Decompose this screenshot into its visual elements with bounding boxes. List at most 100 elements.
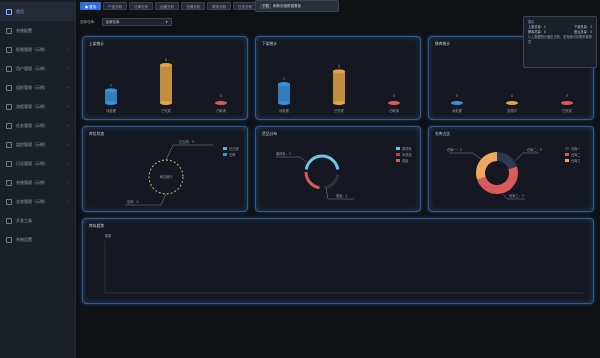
bar-mark (160, 63, 172, 105)
removal-chart: 3 待处理 5 已完成 0 已取消 (278, 64, 400, 113)
ring-segment (324, 174, 340, 190)
callout-label: 原材料：3 (276, 151, 291, 156)
sidebar-item-label: 系统设置 (16, 236, 32, 242)
menu-icon (6, 103, 12, 110)
bar-category-label: 已取消 (216, 108, 226, 113)
tab[interactable]: 产品分析 (103, 2, 128, 10)
sidebar-item[interactable]: 系统管理（示例） › (0, 173, 75, 192)
chevron-right-icon: › (67, 179, 69, 186)
bar-value-label: 0 (393, 94, 395, 98)
menu-icon (6, 179, 12, 186)
menu-icon (6, 122, 12, 129)
sidebar-item[interactable]: 流程管理（示例） › (0, 97, 75, 116)
ring-center-label: 库位统计 (160, 174, 174, 179)
bar-value-label: 3 (283, 77, 285, 81)
bar-mark (333, 69, 345, 105)
sidebar-item-label: 流程管理（示例） (16, 103, 48, 109)
legend-swatch (396, 159, 400, 162)
panel-putaway: 上架统计 2 待处理 6 已完成 0 已取消 (82, 36, 248, 120)
menu-icon (6, 65, 12, 72)
tab[interactable]: 运营分析 (155, 2, 180, 10)
donut-slice (497, 152, 517, 170)
bar-mark (105, 88, 117, 105)
sidebar-item[interactable]: 首页 (0, 2, 75, 21)
legend-label: 空闲 (229, 152, 235, 157)
popover-note: 以上数据统计截至当前，如有疑问请联系管理员 (528, 35, 592, 44)
bar-mark (561, 101, 573, 105)
bar-value-label: 0 (511, 94, 513, 98)
callout-label: 仓库三：3 (509, 193, 524, 198)
sidebar-item[interactable]: 日志管理（示例） › (0, 154, 75, 173)
menu-icon (6, 46, 12, 53)
trend-chart: 数量 (104, 233, 583, 294)
sidebar-item[interactable]: 业务管理（示例） › (0, 192, 75, 211)
sidebar-item-label: 权限管理（示例） (16, 46, 48, 52)
chevron-down-icon: ▾ (165, 20, 168, 24)
bar-value-label: 6 (165, 58, 167, 62)
sidebar-item-label: 用户管理（示例） (16, 65, 48, 71)
tab[interactable]: 日志分析 (233, 2, 258, 10)
sidebar-item[interactable]: 权限管理（示例） › (0, 40, 75, 59)
bar-category-label: 已取消 (389, 108, 399, 113)
main-area: ● 首页 产品分析 订单分析 运营分析 仓储分析 财务分析 日志分析 下载 刷新页面数据看板… (77, 0, 600, 358)
chevron-right-icon: › (67, 65, 69, 72)
chevron-right-icon: › (67, 141, 69, 148)
sidebar-item-label: 日志管理（示例） (16, 160, 48, 166)
donut-slice (476, 152, 497, 180)
tab[interactable]: 财务分析 (207, 2, 232, 10)
legend-swatch (565, 159, 569, 162)
menu-icon (6, 141, 12, 148)
bar-mark (388, 101, 400, 105)
sidebar-item-label: 任务管理（示例） (16, 122, 48, 128)
chevron-right-icon: › (67, 198, 69, 205)
legend-swatch (223, 153, 227, 156)
menu-icon (6, 160, 12, 167)
callout-label: 仓库一：2 (447, 147, 462, 152)
callout-label: 仓库二：5 (527, 147, 542, 152)
warehouse-select[interactable]: 全部仓库 ▾ (101, 18, 172, 26)
chevron-right-icon: › (67, 160, 69, 167)
menu-icon (6, 27, 12, 34)
axis-label: 数量 (105, 233, 112, 238)
putaway-chart: 2 待处理 6 已完成 0 已取消 (105, 58, 227, 113)
bar-category-label: 待处理 (106, 108, 116, 113)
bar-category-label: 已完成 (161, 108, 171, 113)
legend-label: 原材料 (402, 146, 412, 151)
bar-mark (451, 101, 463, 105)
sidebar-item-label: 业务管理（示例） (16, 198, 48, 204)
bar-category-label: 待处理 (452, 108, 462, 113)
legend-swatch (396, 153, 400, 156)
legend-swatch (396, 147, 400, 150)
callout-label: 空闲：0 (127, 199, 139, 204)
sidebar-item[interactable]: 开发工具 (0, 211, 75, 230)
sidebar-item[interactable]: 用户管理（示例） › (0, 59, 75, 78)
chevron-right-icon: › (67, 122, 69, 129)
ring-segment (304, 154, 340, 170)
bar-mark (278, 82, 290, 105)
sidebar-item[interactable]: 组织管理（示例） › (0, 78, 75, 97)
filter-label: 选择仓库： (80, 19, 98, 24)
legend-swatch (223, 147, 227, 150)
tab-bar: ● 首页 产品分析 订单分析 运营分析 仓储分析 财务分析 日志分析 (80, 2, 258, 10)
legend-swatch (565, 147, 569, 150)
callout-label: 成品：2 (336, 193, 348, 198)
menu-icon (6, 217, 12, 224)
app-root: 首页 系统配置 权限管理（示例） › 用户管理（示例） › 组织管理（示例） › 流程管理（示例… (0, 0, 600, 358)
bar-value-label: 2 (110, 83, 112, 87)
sidebar-item-label: 开发工具 (16, 217, 32, 223)
callout-label: 已占用：3 (179, 139, 194, 144)
sidebar-item[interactable]: 系统设置 (0, 230, 75, 249)
panel-goods-dist: 货品分布 原材料：3 成品：2 原材料 半成品 成品 (255, 126, 421, 212)
chevron-right-icon: › (67, 103, 69, 110)
menu-icon (6, 236, 12, 243)
legend-label: 半成品 (402, 152, 412, 157)
sidebar-item[interactable]: 任务管理（示例） › (0, 116, 75, 135)
sidebar-item[interactable]: 系统配置 (0, 21, 75, 40)
chevron-right-icon: › (67, 46, 69, 53)
tab[interactable]: 订单分析 (129, 2, 154, 10)
sidebar-item[interactable]: 监控管理（示例） › (0, 135, 75, 154)
download-button[interactable]: 下载 (260, 3, 271, 9)
ring-segment (304, 171, 320, 190)
tab[interactable]: ● 首页 (80, 2, 102, 10)
tab[interactable]: 仓储分析 (181, 2, 206, 10)
